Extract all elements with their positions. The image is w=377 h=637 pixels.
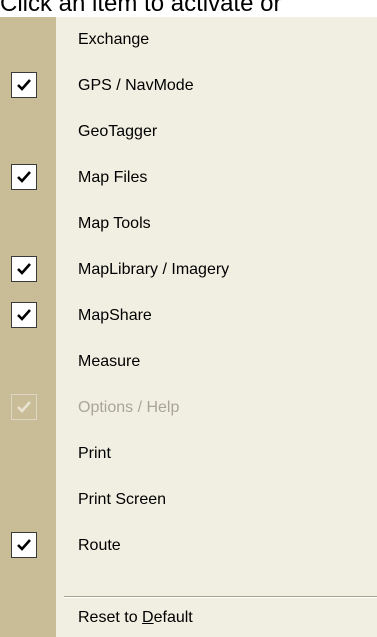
menu-item-label: GeoTagger	[78, 123, 158, 140]
menu-item-exchange[interactable]: Exchange	[0, 17, 377, 63]
checkmark-icon	[11, 394, 37, 420]
menu-item-label: Map Files	[78, 169, 148, 186]
checkmark-icon	[11, 72, 37, 98]
menu-item-maplibrary-imagery[interactable]: MapLibrary / Imagery	[0, 247, 377, 293]
menu-item-label: Route	[78, 537, 121, 554]
menu-item-label: Exchange	[78, 31, 150, 48]
modules-menu: Exchange GPS / NavMode GeoTagger Map Fil…	[0, 17, 377, 637]
reset-to-default-label: Reset to Default	[78, 599, 193, 637]
menu-item-measure[interactable]: Measure	[0, 339, 377, 385]
menu-item-label: MapLibrary / Imagery	[78, 261, 230, 278]
menu-item-geotagger[interactable]: GeoTagger	[0, 109, 377, 155]
menu-item-map-tools[interactable]: Map Tools	[0, 201, 377, 247]
reset-label-prefix: Reset to	[78, 609, 143, 626]
checkmark-icon	[11, 302, 37, 328]
reset-label-accelerator: D	[142, 609, 154, 626]
menu-item-print[interactable]: Print	[0, 431, 377, 477]
menu-separator	[64, 596, 377, 598]
menu-item-label: GPS / NavMode	[78, 77, 194, 94]
menu-item-route[interactable]: Route	[0, 523, 377, 569]
menu-item-label: Map Tools	[78, 215, 151, 232]
menu-item-label: Print Screen	[78, 491, 167, 508]
menu-item-label: MapShare	[78, 307, 152, 324]
menu-item-gps-navmode[interactable]: GPS / NavMode	[0, 63, 377, 109]
menu-item-label: Measure	[78, 353, 141, 370]
checkmark-icon	[11, 164, 37, 190]
checkmark-icon	[11, 532, 37, 558]
menu-item-map-files[interactable]: Map Files	[0, 155, 377, 201]
reset-label-suffix: efault	[153, 609, 193, 626]
menu-item-label: Print	[78, 445, 111, 462]
instruction-text: Click an item to activate or	[0, 0, 377, 17]
menu-item-label: Options / Help	[78, 399, 180, 416]
checkmark-icon	[11, 256, 37, 282]
menu-item-print-screen[interactable]: Print Screen	[0, 477, 377, 523]
reset-to-default-item[interactable]: Reset to Default	[0, 599, 377, 637]
menu-item-options-help: Options / Help	[0, 385, 377, 431]
menu-item-mapshare[interactable]: MapShare	[0, 293, 377, 339]
